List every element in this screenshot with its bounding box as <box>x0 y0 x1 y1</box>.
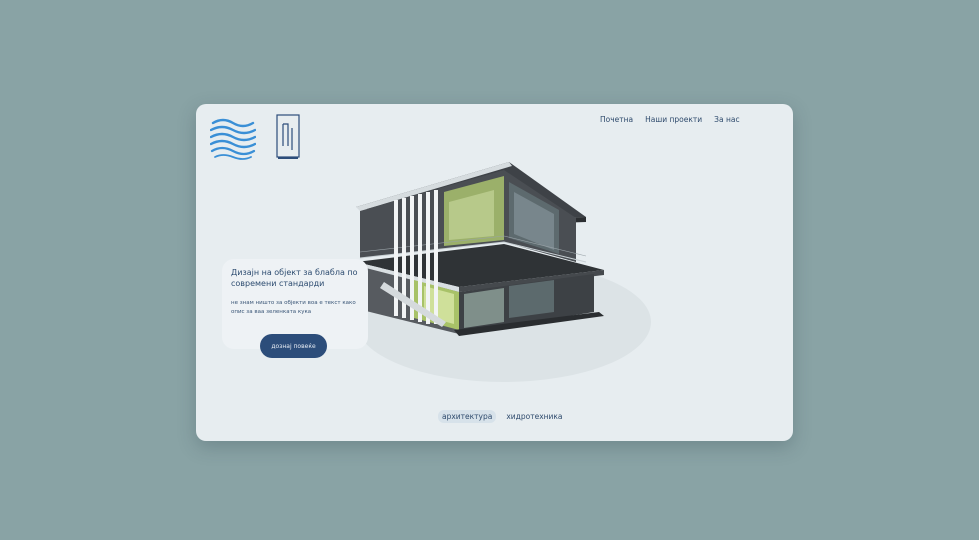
wave-logo-icon[interactable] <box>210 116 256 160</box>
category-tabs: архитектура хидротехника <box>438 410 567 423</box>
hero-title: Дизајн на објект за блабла по современи … <box>231 268 358 288</box>
house-illustration <box>356 162 604 336</box>
main-card: Почетна Наши проекти За нас Дизајн на об… <box>196 104 793 441</box>
monogram-logo-icon[interactable] <box>276 114 300 160</box>
hero-description: не знам ништо за објекти воа е текст как… <box>231 300 356 315</box>
tab-architecture[interactable]: архитектура <box>438 410 497 423</box>
top-nav: Почетна Наши проекти За нас <box>600 115 740 124</box>
nav-item-home[interactable]: Почетна <box>600 115 633 124</box>
tab-hydrotechnics[interactable]: хидротехника <box>502 410 566 423</box>
nav-item-projects[interactable]: Наши проекти <box>645 115 702 124</box>
nav-item-about[interactable]: За нас <box>714 115 739 124</box>
learn-more-button[interactable]: дознај повеќе <box>260 334 327 358</box>
